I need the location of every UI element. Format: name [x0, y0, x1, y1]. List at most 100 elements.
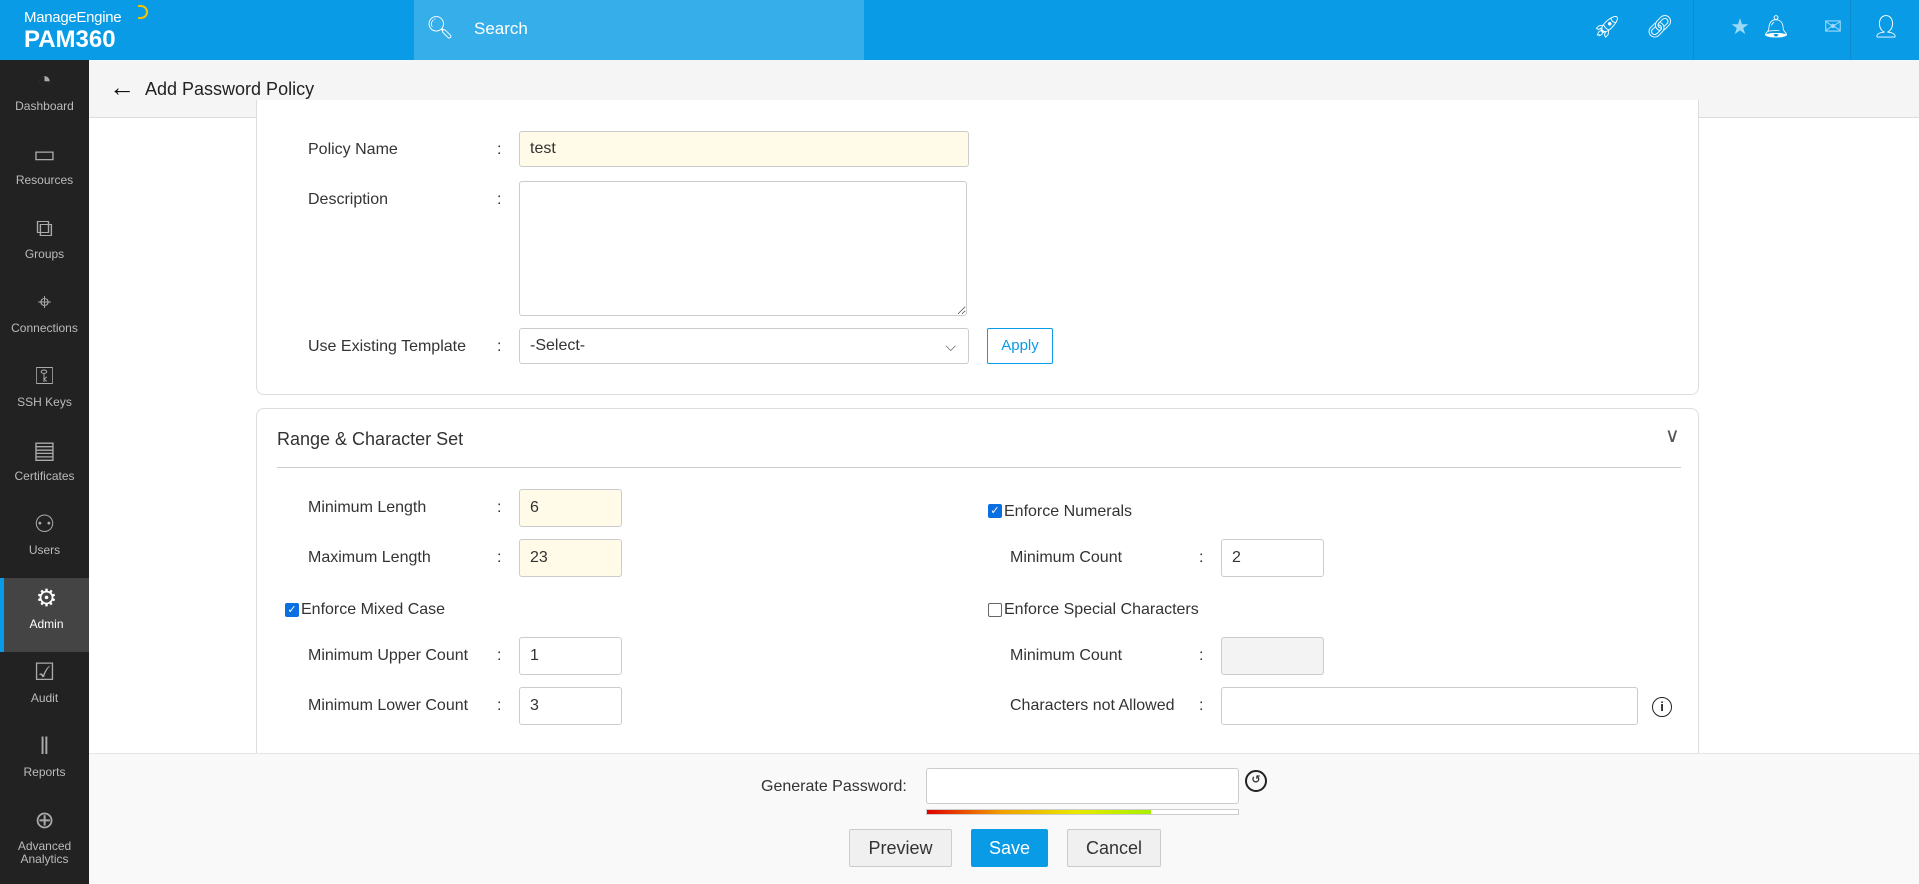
divider — [277, 467, 1681, 468]
colon: : — [1199, 697, 1204, 714]
rocket-icon[interactable]: 🚀︎ — [1592, 14, 1622, 40]
min-length-input[interactable] — [519, 489, 622, 527]
ssh-key-icon: ⚿ — [35, 363, 54, 390]
apply-button[interactable]: Apply — [987, 328, 1053, 364]
link-icon[interactable]: 🔗︎ — [1645, 14, 1675, 40]
sidebar-item-advanced-analytics[interactable]: ⊕ Advanced Analytics — [0, 800, 89, 874]
gear-icon: ⚙ — [35, 585, 58, 612]
numerals-label: Enforce Numerals — [1004, 503, 1133, 520]
numerals-min-count-input[interactable] — [1221, 539, 1324, 577]
divider — [1693, 0, 1694, 60]
analytics-icon: ⊕ — [34, 807, 55, 834]
min-upper-label: Minimum Upper Count — [308, 647, 469, 664]
search-icon[interactable]: 🔍︎ — [426, 15, 454, 41]
chars-not-allowed-input[interactable] — [1221, 687, 1638, 725]
chevron-down-icon: ⌵ — [945, 338, 956, 354]
search-placeholder: Search — [474, 19, 528, 38]
special-min-count-input — [1221, 637, 1324, 675]
sidebar: ◔ Dashboard ▭ Resources ⧉ Groups ⌖ Connections ⚿… — [0, 60, 89, 884]
max-length-label: Maximum Length — [308, 549, 431, 566]
clipboard-check-icon: ☑ — [33, 659, 56, 686]
sidebar-item-groups[interactable]: ⧉ Groups — [0, 208, 89, 282]
generate-password-input[interactable] — [926, 768, 1239, 804]
info-icon[interactable]: i — [1652, 697, 1672, 717]
colon: : — [497, 499, 502, 516]
generate-password-label: Generate Password: — [761, 778, 907, 795]
colon: : — [497, 338, 502, 355]
product-name: PAM360 — [24, 26, 116, 53]
numerals-min-count-label: Minimum Count — [1010, 549, 1123, 566]
sidebar-item-label: Dashboard — [15, 99, 74, 113]
sidebar-item-admin[interactable]: ⚙ Admin — [0, 578, 89, 652]
policy-name-label: Policy Name — [308, 141, 398, 158]
sidebar-item-reports[interactable]: ‖ Reports — [0, 726, 89, 800]
groups-icon: ⧉ — [35, 215, 54, 242]
min-lower-label: Minimum Lower Count — [308, 697, 469, 714]
divider — [1850, 0, 1851, 60]
mixed-case-checkbox[interactable]: ✓ — [285, 603, 299, 617]
back-arrow-icon[interactable]: ← — [109, 72, 135, 103]
sidebar-item-label: SSH Keys — [17, 395, 72, 409]
colon: : — [1199, 549, 1204, 566]
sidebar-item-label: Admin — [29, 617, 64, 631]
sidebar-item-users[interactable]: ⚇ Users — [0, 504, 89, 578]
footer-actions: Generate Password: ↺ Preview Save Cancel — [89, 753, 1919, 884]
connections-icon: ⌖ — [37, 289, 52, 316]
strength-meter-fill — [927, 810, 1151, 814]
template-label: Use Existing Template — [308, 338, 466, 355]
monitor-icon: ▭ — [33, 141, 56, 168]
colon: : — [497, 549, 502, 566]
colon: : — [497, 191, 502, 208]
sidebar-item-dashboard[interactable]: ◔ Dashboard — [0, 60, 89, 134]
colon: : — [497, 141, 502, 158]
range-character-set-section: Range & Character Set ∨ Minimum Length :… — [256, 408, 1699, 808]
min-lower-input[interactable] — [519, 687, 622, 725]
sidebar-item-resources[interactable]: ▭ Resources — [0, 134, 89, 208]
sidebar-item-label: Connections — [11, 321, 78, 335]
numerals-checkbox[interactable]: ✓ — [988, 504, 1002, 518]
sidebar-item-ssh-keys[interactable]: ⚿ SSH Keys — [0, 356, 89, 430]
user-icon: ⚇ — [33, 511, 56, 538]
colon: : — [497, 697, 502, 714]
max-length-input[interactable] — [519, 539, 622, 577]
refresh-key-icon[interactable]: ↺ — [1245, 770, 1267, 792]
min-length-label: Minimum Length — [308, 499, 427, 516]
sidebar-item-audit[interactable]: ☑ Audit — [0, 652, 89, 726]
min-upper-input[interactable] — [519, 637, 622, 675]
special-chars-label: Enforce Special Characters — [1004, 601, 1199, 618]
sidebar-item-connections[interactable]: ⌖ Connections — [0, 282, 89, 356]
user-star-icon[interactable]: ★ — [1725, 14, 1755, 40]
sidebar-item-label: Certificates — [14, 469, 75, 483]
sidebar-item-label: Reports — [23, 765, 66, 779]
bell-icon[interactable]: 🔔︎ — [1761, 14, 1791, 40]
policy-name-input[interactable] — [519, 131, 969, 167]
sidebar-item-label: Resources — [15, 173, 74, 187]
strength-meter — [926, 809, 1239, 815]
bar-chart-icon: ‖ — [39, 733, 50, 760]
section-title: Range & Character Set — [277, 429, 464, 449]
brand-logo: ManageEngine — [24, 9, 122, 26]
certificate-icon: ▤ — [33, 437, 56, 464]
preview-button[interactable]: Preview — [849, 829, 952, 867]
colon: : — [497, 647, 502, 664]
sidebar-item-label: Advanced Analytics — [17, 839, 72, 866]
top-bar: ManageEngine PAM360 🔍︎ Search 🚀︎ 🔗︎ ★ 🔔︎… — [0, 0, 1919, 60]
sidebar-item-certificates[interactable]: ▤ Certificates — [0, 430, 89, 504]
cancel-button[interactable]: Cancel — [1067, 829, 1161, 867]
special-min-count-label: Minimum Count — [1010, 647, 1123, 664]
user-icon[interactable]: 👤︎ — [1871, 14, 1901, 40]
chevron-down-icon[interactable]: ∨ — [1665, 423, 1680, 448]
description-textarea[interactable] — [519, 181, 967, 316]
mail-icon[interactable]: ✉ — [1818, 14, 1848, 40]
search-bar[interactable]: 🔍︎ Search — [414, 0, 864, 60]
template-select-value: -Select- — [530, 337, 586, 354]
save-button[interactable]: Save — [971, 829, 1048, 867]
sidebar-item-label: Groups — [24, 247, 65, 261]
chars-not-allowed-label: Characters not Allowed — [1010, 697, 1175, 714]
logo-arc — [138, 5, 148, 19]
template-select[interactable]: -Select- ⌵ — [519, 328, 969, 364]
special-chars-checkbox[interactable] — [988, 603, 1002, 617]
sidebar-item-label: Audit — [30, 691, 59, 705]
page-title: Add Password Policy — [145, 79, 315, 99]
sidebar-item-label: Users — [28, 543, 61, 557]
